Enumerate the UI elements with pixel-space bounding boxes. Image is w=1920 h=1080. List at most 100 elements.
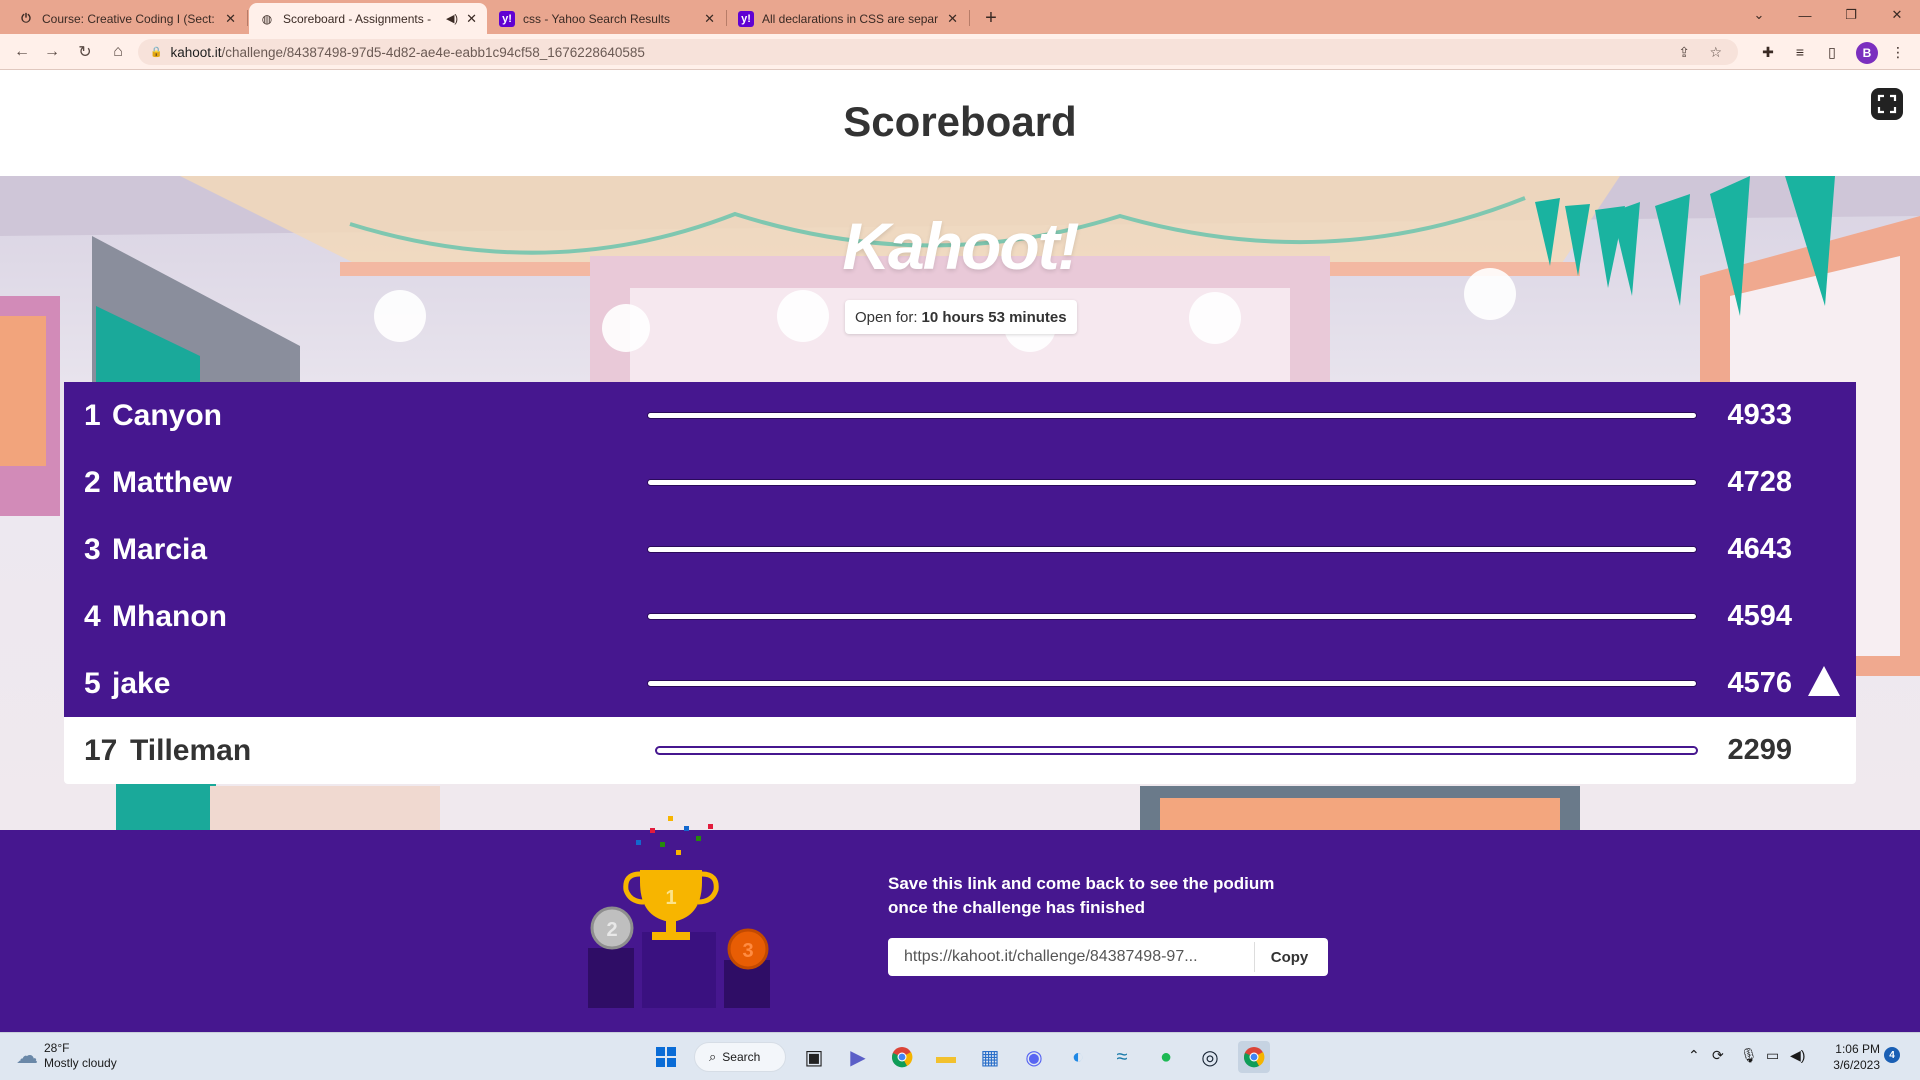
- player-score: 2299: [1727, 734, 1792, 766]
- weather-condition: Mostly cloudy: [44, 1056, 117, 1070]
- speaker-icon[interactable]: ◀): [446, 12, 458, 25]
- back-icon[interactable]: ←: [10, 40, 34, 64]
- copy-button[interactable]: Copy: [1254, 942, 1324, 972]
- extensions-icon[interactable]: ✚: [1758, 42, 1778, 62]
- tab-title: Scoreboard - Assignments -: [283, 11, 432, 26]
- globe-icon: ◍: [261, 11, 273, 26]
- side-panel-icon[interactable]: ▯: [1822, 42, 1842, 62]
- minimize-icon[interactable]: —: [1782, 0, 1828, 30]
- tab-yahoo-css[interactable]: y! css - Yahoo Search Results ✕: [489, 3, 725, 34]
- fullscreen-button[interactable]: [1871, 88, 1903, 120]
- player-name: jake: [112, 666, 171, 700]
- tray-chevron-icon[interactable]: ⌃: [1688, 1047, 1700, 1064]
- svg-text:1: 1: [665, 887, 676, 909]
- tab-course[interactable]: ⏻ Course: Creative Coding I (Sect: 5 ✕: [8, 3, 246, 34]
- microsoft-store-icon[interactable]: ▦: [974, 1041, 1006, 1073]
- player-score: 4933: [1727, 399, 1792, 431]
- reload-icon[interactable]: ↻: [73, 40, 97, 64]
- leaderboard-row: 3 Marcia 4643: [64, 516, 1856, 583]
- network-icon[interactable]: ▭: [1766, 1047, 1779, 1064]
- taskbar-search[interactable]: ⌕ Search: [694, 1042, 786, 1072]
- leaderboard-row: 2 Matthew 4728: [64, 449, 1856, 516]
- tab-divider: [726, 10, 727, 26]
- save-link-line: once the challenge has finished: [888, 898, 1145, 917]
- microphone-icon[interactable]: 🎙: [1740, 1047, 1758, 1064]
- search-icon: ⌕: [709, 1049, 717, 1064]
- share-icon[interactable]: ⇪: [1678, 39, 1690, 65]
- home-icon[interactable]: ⌂: [106, 40, 130, 64]
- discord-icon[interactable]: ◉: [1018, 1041, 1050, 1073]
- close-icon[interactable]: ✕: [704, 11, 715, 27]
- chrome-icon[interactable]: [886, 1041, 918, 1073]
- forward-icon[interactable]: →: [40, 40, 64, 64]
- save-link-message: Save this link and come back to see the …: [888, 872, 1348, 920]
- player-score: 4643: [1727, 533, 1792, 565]
- open-for-badge: Open for: 10 hours 53 minutes: [845, 300, 1077, 334]
- menu-icon[interactable]: ⋮: [1888, 42, 1908, 62]
- weather-widget[interactable]: ☁ 28°F Mostly cloudy: [16, 1041, 117, 1071]
- tab-title: Course: Creative Coding I (Sect: 5: [42, 11, 218, 26]
- podium-trophy-illustration: 1 2 3: [588, 816, 770, 1008]
- challenge-link-field[interactable]: https://kahoot.it/challenge/84387498-97.…: [888, 938, 1252, 976]
- power-icon: ⏻: [21, 11, 31, 25]
- challenge-footer: 1 2 3 Save this link and come back to se…: [0, 816, 1920, 1032]
- open-for-label: Open for:: [855, 308, 918, 326]
- close-window-icon[interactable]: ✕: [1874, 0, 1920, 30]
- page-header: Scoreboard: [0, 70, 1920, 176]
- notification-badge[interactable]: 4: [1884, 1047, 1900, 1063]
- score-bar: [648, 547, 1696, 552]
- tab-scoreboard[interactable]: ◍ Scoreboard - Assignments - ◀) ✕: [249, 3, 487, 34]
- tab-title: css - Yahoo Search Results: [523, 11, 670, 26]
- close-icon[interactable]: ✕: [947, 11, 958, 27]
- player-rank: 1: [84, 398, 101, 432]
- file-explorer-icon[interactable]: ▬: [930, 1041, 962, 1073]
- media-control-icon[interactable]: ≡: [1790, 42, 1810, 62]
- score-bar: [648, 413, 1696, 418]
- windows-start-icon[interactable]: [650, 1041, 682, 1073]
- player-name: Matthew: [112, 465, 232, 499]
- player-rank: 5: [84, 666, 101, 700]
- leaderboard-row: 5 jake 4576: [64, 650, 1856, 717]
- task-view-icon[interactable]: ▣: [798, 1041, 830, 1073]
- player-name: Tilleman: [130, 733, 252, 767]
- edge-icon[interactable]: ◐: [1062, 1041, 1094, 1073]
- clock-time: 1:06 PM: [1835, 1042, 1880, 1056]
- tab-divider: [969, 10, 970, 26]
- player-rank: 3: [84, 532, 101, 566]
- steam-icon[interactable]: ◎: [1194, 1041, 1226, 1073]
- tab-yahoo-declarations[interactable]: y! All declarations in CSS are separ ✕: [728, 3, 968, 34]
- volume-icon[interactable]: ◀): [1790, 1047, 1805, 1064]
- dolphin-icon[interactable]: ≈: [1106, 1041, 1138, 1073]
- kahoot-logo: Kahoot!: [842, 209, 1079, 283]
- taskbar-clock[interactable]: 1:06 PM 3/6/2023: [1814, 1041, 1880, 1073]
- chrome-logo-icon: [892, 1047, 913, 1068]
- lock-icon[interactable]: 🔒: [150, 47, 162, 58]
- clock-date: 3/6/2023: [1833, 1058, 1880, 1072]
- tab-strip: ⏻ Course: Creative Coding I (Sect: 5 ✕ ◍…: [0, 0, 1920, 34]
- url-bar[interactable]: 🔒 kahoot.it /challenge/84387498-97d5-4d8…: [138, 39, 1738, 65]
- challenge-link-box: https://kahoot.it/challenge/84387498-97.…: [888, 938, 1328, 976]
- leaderboard-row: 4 Mhanon 4594: [64, 583, 1856, 650]
- player-rank: 4: [84, 599, 101, 633]
- new-tab-button[interactable]: +: [977, 4, 1005, 32]
- bookmark-star-icon[interactable]: ☆: [1709, 39, 1722, 65]
- tab-search-icon[interactable]: ⌄: [1736, 0, 1782, 30]
- yahoo-icon: y!: [499, 10, 515, 27]
- close-icon[interactable]: ✕: [225, 11, 236, 27]
- close-icon[interactable]: ✕: [466, 11, 477, 27]
- open-for-value: 10 hours 53 minutes: [921, 308, 1067, 326]
- player-rank: 2: [84, 465, 101, 499]
- leaderboard-row: 1 Canyon 4933: [64, 382, 1856, 449]
- sync-icon[interactable]: ⟳: [1712, 1047, 1724, 1064]
- score-bar: [657, 748, 1696, 753]
- spotify-icon[interactable]: ●: [1150, 1041, 1182, 1073]
- chrome-profile-icon[interactable]: [1238, 1041, 1270, 1073]
- player-name: Marcia: [112, 532, 208, 566]
- player-score: 4576: [1727, 667, 1792, 699]
- save-link-line: Save this link and come back to see the …: [888, 874, 1275, 893]
- url-path: /challenge/84387498-97d5-4d82-ae4e-eabb1…: [221, 44, 645, 60]
- restore-icon[interactable]: ❐: [1828, 0, 1874, 30]
- profile-avatar[interactable]: B: [1856, 42, 1878, 64]
- teams-chat-icon[interactable]: ▶: [842, 1041, 874, 1073]
- fullscreen-icon: [1877, 94, 1897, 114]
